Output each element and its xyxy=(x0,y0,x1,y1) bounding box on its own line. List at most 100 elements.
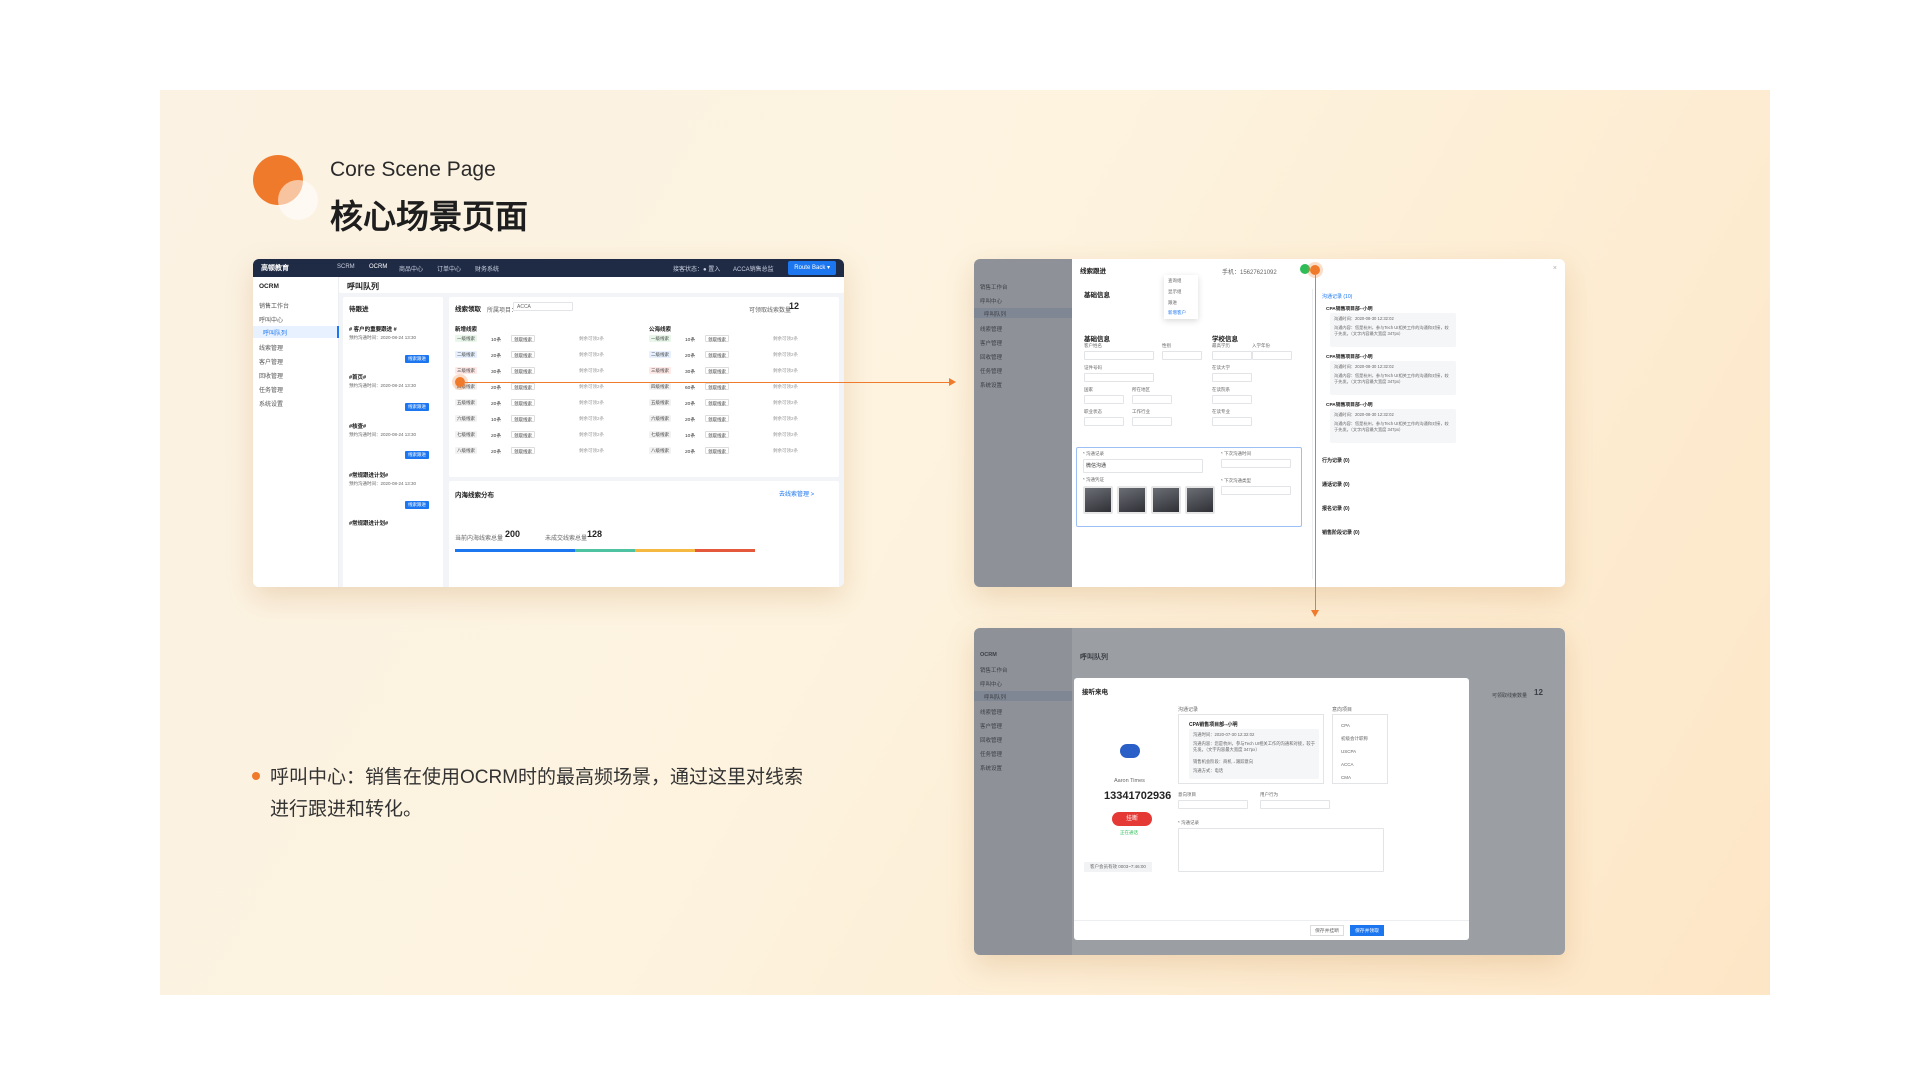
menu-item[interactable]: 显示组 xyxy=(1168,289,1182,295)
route-back-button[interactable]: Route Back ▾ xyxy=(788,261,836,275)
proof-image-thumb[interactable] xyxy=(1151,486,1181,514)
queue-item-title[interactable]: #首页# xyxy=(349,373,366,381)
history-card: 沟通时间：2020-07-30 12:32:02 沟通内容：您是杭州，参与Tec… xyxy=(1189,729,1319,779)
form-field-input[interactable] xyxy=(1212,373,1252,382)
form-field-input[interactable] xyxy=(1252,351,1292,360)
project-option[interactable]: 初级会计职称 xyxy=(1341,736,1368,742)
form-field-input[interactable] xyxy=(1162,351,1202,360)
claim-clue-button[interactable]: 领取线索 xyxy=(511,367,535,374)
form-field-input[interactable] xyxy=(1132,417,1172,426)
sidebar-item-workbench[interactable]: 销售工作台 xyxy=(259,301,289,310)
form-field-input[interactable] xyxy=(1212,395,1252,404)
remaining-claims: 剩余可领2条 xyxy=(579,352,605,357)
form-field-input[interactable] xyxy=(1212,417,1252,426)
queue-item-title[interactable]: # 客户的重要跟进 # xyxy=(349,325,397,333)
form-field-input[interactable] xyxy=(1212,351,1252,360)
claim-clue-button[interactable]: 领取线索 xyxy=(511,447,535,454)
timeline-title[interactable]: 沟通记录 (10) xyxy=(1322,293,1352,300)
distribution-link[interactable]: 去线索管理 > xyxy=(779,489,814,498)
close-icon[interactable]: × xyxy=(1553,265,1557,272)
form-field-input[interactable] xyxy=(1084,373,1154,382)
queue-item-title[interactable]: #常规跟进计划# xyxy=(349,519,388,527)
claim-clue-button[interactable]: 领取线索 xyxy=(705,415,729,422)
next-type-select[interactable] xyxy=(1221,486,1291,495)
claim-clue-button[interactable]: 领取线索 xyxy=(511,431,535,438)
intent-select[interactable] xyxy=(1178,800,1248,809)
claim-clue-button[interactable]: 领取线索 xyxy=(705,399,729,406)
sidebar-item-call-queue[interactable]: 呼叫队列 xyxy=(263,328,287,337)
account-name[interactable]: ACCA销售总监 xyxy=(733,264,774,273)
queue-follow-button[interactable]: 线索跟进 xyxy=(405,451,429,459)
save-and-claim-button[interactable]: 保存并领取 xyxy=(1350,925,1384,936)
claim-clue-button[interactable]: 领取线索 xyxy=(511,351,535,358)
claim-clue-button[interactable]: 领取线索 xyxy=(705,447,729,454)
proof-image-thumb[interactable] xyxy=(1117,486,1147,514)
queue-item-title[interactable]: #常规跟进计划# xyxy=(349,471,388,479)
form-field-label: 客户姓名 xyxy=(1084,343,1102,348)
project-option[interactable]: CMA xyxy=(1341,775,1351,780)
claim-clue-button[interactable]: 领取线索 xyxy=(705,383,729,390)
clue-count: 30条 xyxy=(491,370,502,375)
project-option[interactable]: CPA xyxy=(1341,723,1350,728)
form-field-input[interactable] xyxy=(1132,395,1172,404)
call-icon[interactable] xyxy=(1300,264,1310,274)
proof-image-thumb[interactable] xyxy=(1185,486,1215,514)
claim-clue-button[interactable]: 领取线索 xyxy=(705,431,729,438)
clue-count: 20条 xyxy=(491,354,502,359)
form-field-input[interactable] xyxy=(1084,351,1154,360)
nav-item-orders[interactable]: 订单中心 xyxy=(437,264,461,273)
clue-level-tag: 五级线索 xyxy=(649,399,671,406)
nav-item-finance[interactable]: 财务系统 xyxy=(475,264,499,273)
claim-clue-button[interactable]: 领取线索 xyxy=(511,383,535,390)
claimable-count-label: 可领取线索数量 xyxy=(1492,693,1528,699)
queue-follow-button[interactable]: 线索跟进 xyxy=(405,403,429,411)
hangup-button[interactable]: 挂断 xyxy=(1112,812,1152,826)
menu-item[interactable]: 跟进 xyxy=(1168,300,1177,306)
claim-clue-button[interactable]: 领取线索 xyxy=(705,351,729,358)
behavior-select[interactable] xyxy=(1260,800,1330,809)
queue-item-title[interactable]: #核查# xyxy=(349,422,366,430)
nav-item-products[interactable]: 商品中心 xyxy=(399,264,423,273)
collapse-behavior[interactable]: 行为记录 (0) xyxy=(1322,457,1350,464)
clue-level-tag: 四级线索 xyxy=(649,383,671,390)
form-field-input[interactable] xyxy=(1084,417,1124,426)
collapse-stage[interactable]: 销售阶段记录 (0) xyxy=(1322,529,1360,536)
dimmed-sidebar: 销售工作台 呼叫中心 呼叫队列 线索管理 客户管理 回收管理 任务管理 系统设置 xyxy=(974,259,1072,587)
record-textarea[interactable] xyxy=(1178,828,1384,872)
queue-follow-button[interactable]: 线索跟进 xyxy=(405,355,429,363)
form-field-input[interactable] xyxy=(1084,395,1124,404)
nav-item-ocrm[interactable]: OCRM xyxy=(369,264,387,270)
next-time-input[interactable] xyxy=(1221,459,1291,468)
claim-clue-button[interactable]: 领取线索 xyxy=(705,335,729,342)
sidebar-item-tasks[interactable]: 任务管理 xyxy=(259,385,283,394)
nav-item-scrm[interactable]: SCRM xyxy=(337,264,355,270)
remaining-claims: 剩余可领2条 xyxy=(773,400,799,405)
sidebar-item-call-center[interactable]: 呼叫中心 xyxy=(259,315,283,324)
clue-level-tag: 六级线索 xyxy=(455,415,477,422)
sidebar-item-recycle: 回收管理 xyxy=(980,355,1003,361)
collapse-calls[interactable]: 通话记录 (0) xyxy=(1322,481,1350,488)
clue-count: 10条 xyxy=(685,338,696,343)
menu-item[interactable]: 查询组 xyxy=(1168,278,1182,284)
claim-clue-button[interactable]: 领取线索 xyxy=(705,367,729,374)
sidebar-item-recycle[interactable]: 回收管理 xyxy=(259,371,283,380)
sidebar: OCRM 销售工作台 呼叫中心 呼叫队列 线索管理 客户管理 回收管理 任务管理… xyxy=(253,277,339,587)
queue-follow-button[interactable]: 线索跟进 xyxy=(405,501,429,509)
history-title: 沟通记录 xyxy=(1178,707,1199,713)
history-owner: 销售机会阶段：商机→跟踪意向 xyxy=(1193,759,1254,764)
collapse-enroll[interactable]: 报名记录 (0) xyxy=(1322,505,1350,512)
project-option[interactable]: USCPA xyxy=(1341,749,1356,754)
sidebar-item-customers[interactable]: 客户管理 xyxy=(259,357,283,366)
sidebar-item-clues[interactable]: 线索管理 xyxy=(259,343,283,352)
menu-item[interactable]: 新增客户 xyxy=(1168,310,1186,316)
project-option[interactable]: ACCA xyxy=(1341,762,1354,767)
claim-clue-button[interactable]: 领取线索 xyxy=(511,335,535,342)
section-school: 学校信息 xyxy=(1212,336,1238,343)
claim-clue-button[interactable]: 领取线索 xyxy=(511,399,535,406)
form-field-label: 在读大学 xyxy=(1212,365,1230,370)
proof-image-thumb[interactable] xyxy=(1083,486,1113,514)
save-and-hangup-button[interactable]: 保存并挂断 xyxy=(1310,925,1344,936)
queue-item-meta: 预约沟通时间：2020-08-24 13:30 xyxy=(349,335,417,340)
sidebar-item-settings[interactable]: 系统设置 xyxy=(259,399,283,408)
claim-clue-button[interactable]: 领取线索 xyxy=(511,415,535,422)
